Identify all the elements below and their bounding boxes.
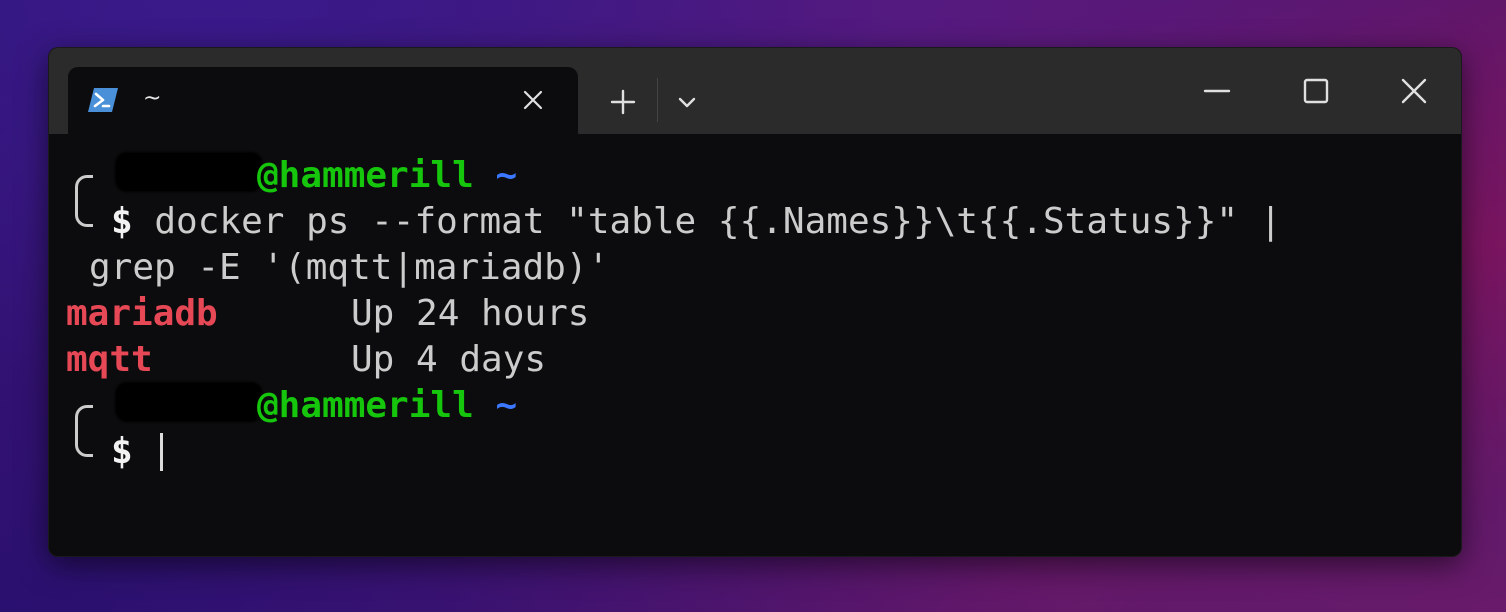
maximize-icon[interactable] — [1299, 74, 1333, 108]
plus-icon[interactable] — [607, 86, 639, 118]
prompt-line: @hammerill ~ — [257, 153, 517, 199]
container-status: Up 4 days — [351, 339, 547, 380]
container-name: mqtt — [66, 339, 153, 380]
close-tab-icon[interactable] — [520, 87, 546, 113]
prompt-bracket — [75, 405, 93, 457]
command-text-continued: grep -E '(mqtt|mariadb)' — [89, 247, 610, 288]
close-icon[interactable] — [1397, 74, 1431, 108]
prompt-host: @hammerill — [257, 385, 474, 426]
redacted-username — [115, 152, 263, 192]
command-text: docker ps --format "table {{.Names}}\t{{… — [154, 201, 1282, 242]
prompt-path: ~ — [495, 155, 518, 196]
container-name: mariadb — [66, 293, 218, 334]
tab-divider — [657, 78, 658, 122]
prompt-host: @hammerill — [257, 155, 474, 196]
command-line: $ — [111, 429, 133, 475]
redacted-username — [115, 382, 263, 422]
minimize-icon[interactable] — [1200, 74, 1234, 108]
container-status: Up 24 hours — [351, 293, 590, 334]
command-line: $ docker ps --format "table {{.Names}}\t… — [111, 199, 1281, 245]
text-cursor — [160, 433, 163, 471]
output-row-status: Up 4 days — [351, 337, 546, 383]
terminal-window: ~ @hammerill ~ $ docker ps --format "tab… — [48, 47, 1462, 557]
title-bar[interactable]: ~ — [49, 48, 1461, 134]
command-line-wrapped: grep -E '(mqtt|mariadb)' — [89, 245, 609, 291]
powershell-icon — [88, 88, 118, 112]
prompt-bracket — [75, 175, 93, 227]
chevron-down-icon[interactable] — [673, 88, 701, 116]
tab-active[interactable]: ~ — [68, 67, 578, 134]
prompt-path: ~ — [495, 385, 518, 426]
output-row: mqtt — [66, 337, 153, 383]
output-row: mariadb — [66, 291, 218, 337]
prompt-symbol: $ — [111, 431, 133, 472]
prompt-symbol: $ — [111, 201, 133, 242]
terminal-output[interactable]: @hammerill ~ $ docker ps --format "table… — [49, 134, 1461, 556]
output-row-status: Up 24 hours — [351, 291, 589, 337]
tab-title: ~ — [143, 86, 162, 111]
prompt-line: @hammerill ~ — [257, 383, 517, 429]
